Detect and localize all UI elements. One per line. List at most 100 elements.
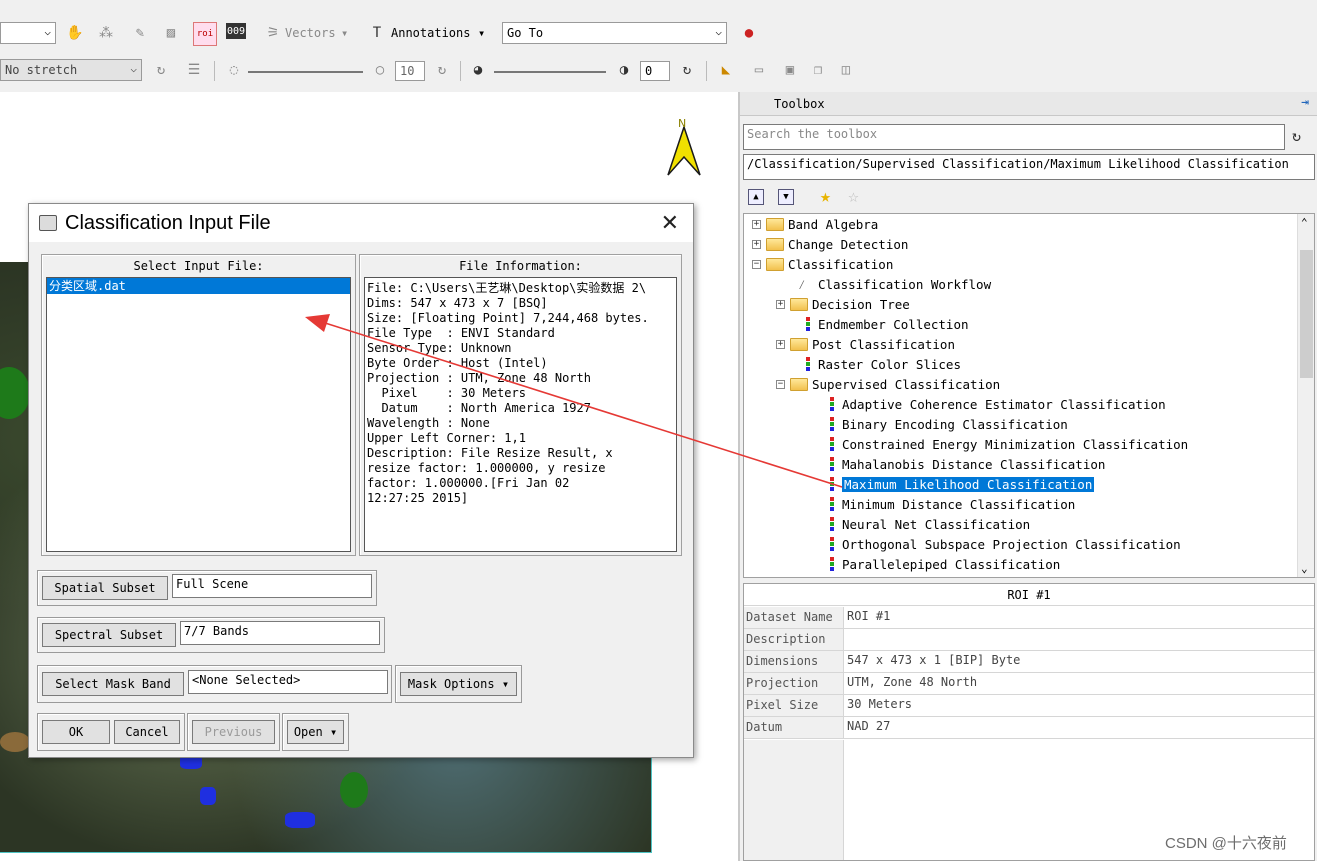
- property-value: UTM, Zone 48 North: [847, 675, 978, 689]
- tree-node-change-detection[interactable]: + Change Detection: [752, 236, 908, 254]
- vectors-icon[interactable]: ⚞: [263, 23, 283, 43]
- tree-scrollbar[interactable]: ⌃ ⌄: [1297, 214, 1314, 577]
- sharpen-icon[interactable]: ○: [370, 60, 390, 80]
- collapse-icon[interactable]: −: [752, 260, 761, 269]
- mask-options-button[interactable]: Mask Options ▾: [400, 672, 517, 696]
- expand-icon[interactable]: +: [752, 220, 761, 229]
- open-label: Open: [293, 725, 323, 739]
- toolbox-search-input[interactable]: Search the toolbox: [743, 124, 1285, 150]
- counter-icon[interactable]: 009: [226, 23, 246, 39]
- stretch-dropdown[interactable]: No stretch ⌵: [0, 59, 142, 81]
- tool-icon: [822, 397, 836, 411]
- tree-node-band-algebra[interactable]: + Band Algebra: [752, 216, 878, 234]
- tree-node-decision-tree[interactable]: + Decision Tree: [776, 296, 910, 314]
- collapse-icon[interactable]: −: [776, 380, 785, 389]
- file-info-header: File Information:: [459, 259, 582, 273]
- spatial-subset-button[interactable]: Spatial Subset: [42, 576, 168, 600]
- properties-panel: ROI #1 Dataset Name ROI #1 Description Dime…: [743, 583, 1315, 861]
- layer-dropdown[interactable]: ⌵: [0, 22, 56, 44]
- favorite-add-icon[interactable]: ★: [820, 186, 831, 207]
- scroll-down-icon[interactable]: ⌄: [1301, 562, 1308, 575]
- view-stack-icon[interactable]: ❐: [808, 60, 828, 80]
- vectors-chevron-icon[interactable]: ▾: [341, 26, 348, 40]
- contrast-icon[interactable]: ◕: [468, 60, 488, 80]
- reset-icon[interactable]: ↻: [432, 60, 452, 80]
- measure-icon[interactable]: ◣: [716, 60, 736, 80]
- annotations-chevron-icon[interactable]: ▾: [478, 26, 485, 40]
- refresh-icon[interactable]: ↻: [1292, 127, 1301, 145]
- annotations-icon[interactable]: T: [367, 23, 387, 43]
- spectral-subset-button[interactable]: Spectral Subset: [42, 623, 176, 647]
- expand-all-icon[interactable]: ▼: [778, 189, 794, 205]
- brightness-slider[interactable]: [248, 71, 363, 73]
- annotations-menu[interactable]: Annotations: [391, 26, 470, 40]
- portal-icon[interactable]: ▭: [749, 60, 769, 80]
- tree-label: Classification: [788, 257, 894, 272]
- reset-transparency-icon[interactable]: ↻: [677, 60, 697, 80]
- crosshair-icon[interactable]: ✎: [130, 23, 150, 43]
- toolbox-panel: Toolbox ⇥ Search the toolbox ↻ /Classifi…: [738, 92, 1317, 861]
- tree-label: Mahalanobis Distance Classification: [842, 457, 1106, 472]
- toolbox-tree[interactable]: + Band Algebra + Change Detection − Clas…: [743, 213, 1315, 578]
- brightness-icon[interactable]: ◌: [224, 60, 244, 80]
- list-item[interactable]: 分类区域.dat: [47, 278, 350, 294]
- expand-icon[interactable]: +: [776, 300, 785, 309]
- scroll-thumb[interactable]: [1300, 250, 1313, 378]
- transparency-slider[interactable]: [494, 71, 606, 73]
- tree-node-supervised-item[interactable]: Parallelepiped Classification: [822, 556, 1060, 574]
- tree-node-supervised-item[interactable]: Minimum Distance Classification: [822, 496, 1075, 514]
- dropdown-arrow-icon: ▾: [329, 725, 338, 739]
- open-button[interactable]: Open ▾: [287, 720, 344, 744]
- roi-polygon: [285, 812, 315, 828]
- file-info-line: resize factor: 1.000000, y resize: [367, 461, 606, 475]
- favorite-remove-icon[interactable]: ☆: [848, 186, 859, 207]
- tree-node-supervised-item[interactable]: Maximum Likelihood Classification: [822, 476, 1095, 494]
- roi-edit-icon[interactable]: ▨: [161, 23, 181, 43]
- view-split-icon[interactable]: ◫: [836, 60, 856, 80]
- cancel-button[interactable]: Cancel: [114, 720, 180, 744]
- property-value: ROI #1: [847, 609, 891, 623]
- collapse-all-icon[interactable]: ▲: [748, 189, 764, 205]
- tree-node-classification-workflow[interactable]: ⁄ Classification Workflow: [798, 276, 991, 294]
- select-mask-band-button[interactable]: Select Mask Band: [42, 672, 184, 696]
- chevron-down-icon: ⌵: [715, 25, 722, 38]
- undock-icon[interactable]: ⇥: [1301, 95, 1309, 110]
- vectors-menu[interactable]: Vectors: [285, 26, 336, 40]
- fly-icon[interactable]: ⁂: [96, 23, 116, 43]
- tree-node-supervised-item[interactable]: Binary Encoding Classification: [822, 416, 1068, 434]
- input-file-list[interactable]: 分类区域.dat: [46, 277, 351, 552]
- tree-node-supervised-classification[interactable]: − Supervised Classification: [776, 376, 1000, 394]
- goto-field[interactable]: Go To ⌵: [502, 22, 727, 44]
- tool-icon: [822, 497, 836, 511]
- tree-label: Maximum Likelihood Classification: [842, 477, 1095, 492]
- dialog-titlebar[interactable]: Classification Input File ✕: [29, 204, 693, 242]
- globe-icon[interactable]: ●: [739, 23, 759, 43]
- ok-button[interactable]: OK: [42, 720, 110, 744]
- sharpen-value[interactable]: 10: [395, 61, 425, 81]
- previous-button[interactable]: Previous: [192, 720, 275, 744]
- tree-node-supervised-item[interactable]: Orthogonal Subspace Projection Classific…: [822, 536, 1181, 554]
- scroll-up-icon[interactable]: ⌃: [1301, 216, 1308, 229]
- tree-node-classification[interactable]: − Classification: [752, 256, 894, 274]
- tool-icon: [822, 557, 836, 571]
- toolbox-path: /Classification/Supervised Classificatio…: [743, 154, 1315, 180]
- tree-node-endmember-collection[interactable]: Endmember Collection: [798, 316, 969, 334]
- tree-node-post-classification[interactable]: + Post Classification: [776, 336, 955, 354]
- expand-icon[interactable]: +: [752, 240, 761, 249]
- transparency-value[interactable]: 0: [640, 61, 670, 81]
- north-label: N: [678, 117, 686, 130]
- pan-icon[interactable]: ✋: [65, 23, 85, 43]
- roi-tool-icon[interactable]: roi: [193, 22, 217, 46]
- tree-node-raster-color-slices[interactable]: Raster Color Slices: [798, 356, 961, 374]
- view-single-icon[interactable]: ▣: [780, 60, 800, 80]
- refresh-icon[interactable]: ↻: [151, 60, 171, 80]
- histogram-icon[interactable]: ☰: [184, 60, 204, 80]
- tree-node-supervised-item[interactable]: Constrained Energy Minimization Classifi…: [822, 436, 1188, 454]
- tree-node-supervised-item[interactable]: Neural Net Classification: [822, 516, 1030, 534]
- expand-icon[interactable]: +: [776, 340, 785, 349]
- tree-label: Adaptive Coherence Estimator Classificat…: [842, 397, 1166, 412]
- close-icon[interactable]: ✕: [661, 211, 679, 236]
- tree-node-supervised-item[interactable]: Mahalanobis Distance Classification: [822, 456, 1105, 474]
- transparency-icon[interactable]: ◑: [614, 60, 634, 80]
- tree-node-supervised-item[interactable]: Adaptive Coherence Estimator Classificat…: [822, 396, 1166, 414]
